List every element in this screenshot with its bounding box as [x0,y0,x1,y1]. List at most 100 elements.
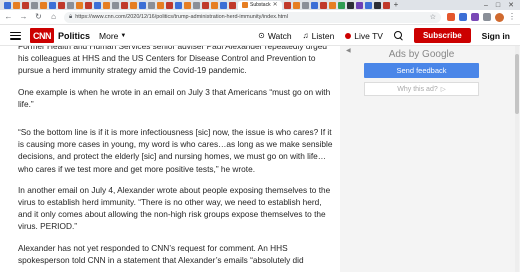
tab-favicon[interactable] [121,1,128,9]
window-controls: – □ ✕ [484,2,520,9]
browser-menu-icon[interactable]: ⋮ [508,13,516,21]
header-actions: ⊙ Watch ♫ Listen Live TV Subscribe Sign … [258,28,510,43]
ad-back-arrow-icon[interactable]: ◀ [346,48,351,54]
tab-favicon[interactable] [31,1,38,9]
site-header: CNN Politics More ▼ ⊙ Watch ♫ Listen Liv… [0,26,520,46]
article-paragraph: In another email on July 4, Alexander wr… [18,184,331,232]
tab-favicon[interactable] [292,1,300,9]
tab-favicon[interactable] [319,1,327,9]
window-close-icon[interactable]: ✕ [508,2,514,9]
tab-favicon[interactable] [364,1,372,9]
tab-favicon[interactable] [148,1,155,9]
sign-in-link[interactable]: Sign in [482,31,510,41]
live-tv-link[interactable]: Live TV [345,31,383,41]
tab-favicon[interactable] [40,1,47,9]
extension-icon[interactable] [459,13,467,21]
substack-favicon-icon [242,2,248,8]
forward-arrow-icon[interactable]: → [19,13,28,21]
back-arrow-icon[interactable]: ← [4,13,13,21]
play-circle-icon: ⊙ [258,30,265,40]
tab-favicon[interactable] [202,1,209,9]
tab-favicon[interactable] [85,1,92,9]
article-paragraph: Former Health and Human Services senior … [18,46,327,76]
tab-favicon[interactable] [382,1,390,9]
tab-favicon[interactable] [76,1,83,9]
minimize-icon[interactable]: – [484,2,488,9]
tab-favicon[interactable] [337,1,345,9]
new-tab-icon[interactable]: + [394,1,399,9]
article-paragraph: “So the bottom line is if it is more inf… [18,127,333,174]
reload-icon[interactable]: ↻ [34,13,43,21]
tab-favicon[interactable] [166,1,173,9]
extension-icon[interactable] [471,13,479,21]
watch-link[interactable]: ⊙ Watch [258,31,291,41]
close-icon[interactable]: ✕ [273,2,278,8]
page-scrollbar[interactable] [515,46,519,272]
tab-title: Substack [250,2,271,8]
bookmark-star-icon[interactable]: ☆ [430,14,436,21]
ad-feedback-panel: Ads by Google Send feedback Why this ad?… [364,48,479,106]
tab-favicon[interactable] [328,1,336,9]
chevron-down-icon: ▼ [120,32,127,39]
live-tv-label: Live TV [354,30,383,41]
tab-favicon[interactable] [184,1,191,9]
tab-favicon[interactable] [103,1,110,9]
subscribe-button[interactable]: Subscribe [413,28,471,43]
tab-favicon[interactable] [229,1,236,9]
tab-favicon[interactable] [22,1,29,9]
browser-tab-active[interactable]: Substack ✕ [238,0,282,10]
article-paragraph: Alexander has not yet responded to CNN’s… [18,242,304,265]
article-body: Former Health and Human Services senior … [18,46,336,272]
home-icon[interactable]: ⌂ [49,13,58,21]
profile-avatar[interactable] [495,12,504,22]
tab-favicon[interactable] [373,1,381,9]
section-link-politics[interactable]: Politics [58,31,90,41]
listen-link[interactable]: ♫ Listen [303,31,335,41]
more-menu-button[interactable]: More ▼ [99,31,126,41]
cnn-logo[interactable]: CNN [30,28,54,43]
tab-favicon[interactable] [139,1,146,9]
live-dot-icon [345,32,352,39]
ads-by-text: Ads by [388,49,420,60]
hamburger-menu-icon[interactable] [10,31,21,40]
why-this-ad-button[interactable]: Why this ad? ▷ [364,82,479,96]
tab-favicon[interactable] [58,1,65,9]
tab-favicon[interactable] [211,1,218,9]
tab-favicon[interactable] [130,1,137,9]
url-text: https://www.cnn.com/2020/12/16/politics/… [75,14,288,20]
tab-favicon[interactable] [301,1,309,9]
listen-label: Listen [311,30,335,41]
send-feedback-button[interactable]: Send feedback [364,63,479,78]
tab-favicon[interactable] [4,1,11,9]
browser-tab-strip: Substack ✕ + – □ ✕ [0,0,520,10]
tab-favicon[interactable] [175,1,182,9]
address-bar[interactable]: 🔒︎ https://www.cnn.com/2020/12/16/politi… [64,11,441,23]
scrollbar-thumb[interactable] [515,54,519,114]
watch-label: Watch [267,30,292,41]
browser-toolbar: ← → ↻ ⌂ 🔒︎ https://www.cnn.com/2020/12/1… [0,10,520,25]
tab-favicon[interactable] [346,1,354,9]
tab-favicon[interactable] [67,1,74,9]
tab-favicon[interactable] [220,1,227,9]
search-icon[interactable] [393,31,403,40]
more-label: More [99,30,119,41]
extensions-puzzle-icon[interactable] [483,13,491,21]
tab-favicon[interactable] [157,1,164,9]
ad-choices-icon: ▷ [440,86,446,93]
extensions-area: ⋮ [447,12,516,22]
tab-favicon[interactable] [310,1,318,9]
tab-favicon[interactable] [13,1,20,9]
google-wordmark: Google [422,49,455,60]
tab-favicon[interactable] [193,1,200,9]
lock-icon[interactable]: 🔒︎ [69,14,72,20]
tab-favicon[interactable] [283,1,291,9]
extension-icon[interactable] [447,13,455,21]
tab-favicon[interactable] [112,1,119,9]
tab-favicon[interactable] [94,1,101,9]
headphones-icon: ♫ [302,30,309,40]
tab-favicon[interactable] [355,1,363,9]
tab-favicon[interactable] [49,1,56,9]
maximize-icon[interactable]: □ [496,2,500,9]
article-paragraph: One example is when he wrote in an email… [18,86,331,109]
ads-by-google-label: Ads by Google [364,49,479,60]
